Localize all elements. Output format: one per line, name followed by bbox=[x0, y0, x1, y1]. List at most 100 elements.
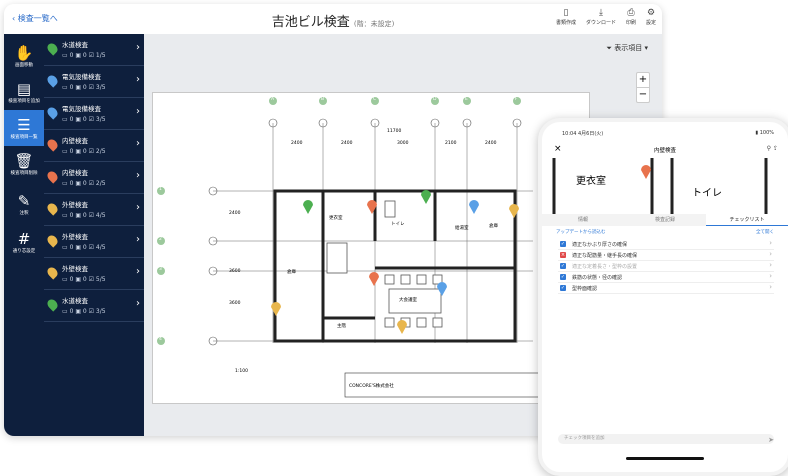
print-label: 印刷 bbox=[625, 20, 636, 26]
zoom-out-button[interactable]: − bbox=[637, 87, 649, 102]
dimension-label: 11700 bbox=[387, 129, 402, 134]
chevron-right-icon: › bbox=[136, 74, 140, 85]
item-counts: ▭ 0 ▣ 0 ☑ 3/5 bbox=[62, 84, 106, 91]
inspection-list: 水道検査 ▭ 0 ▣ 0 ☑ 1/5 › 電気設備検査 ▭ 0 ▣ 0 ☑ 3/… bbox=[44, 34, 144, 436]
checklist-item[interactable]: ✓ 適正な定着長さ・型枠の設置 › bbox=[558, 261, 774, 272]
tab-checklist[interactable]: チェックリスト bbox=[706, 214, 788, 226]
progress-count: 2/5 bbox=[95, 180, 106, 187]
rail-item-pan[interactable]: ✋ 画面移動 bbox=[4, 38, 44, 74]
phone-plan-preview: 更衣室 トイレ bbox=[542, 158, 788, 215]
checklist-text: 型枠面確認 bbox=[572, 286, 598, 292]
rail-label: 画面移動 bbox=[15, 62, 33, 68]
list-item[interactable]: 電気設備検査 ▭ 0 ▣ 0 ☑ 3/5 › bbox=[44, 66, 144, 98]
pin-icon[interactable]: ⚲ bbox=[767, 145, 771, 152]
dimension-label: 2400 bbox=[485, 141, 497, 146]
checklist-item[interactable]: ✓ 鉄筋の状態・径の確認 › bbox=[558, 272, 774, 283]
chevron-right-icon: › bbox=[769, 283, 772, 291]
pin-list-icon: ☰ bbox=[17, 115, 31, 134]
phone-header: × 内壁検査 ⚲ ⇪ bbox=[542, 142, 788, 159]
map-pin-icon bbox=[45, 297, 60, 312]
rail-item-list[interactable]: ☰ 検査項目一覧 bbox=[4, 110, 44, 146]
title-suffix: (階：未設定) bbox=[353, 20, 395, 28]
item-name: 水道検査 bbox=[62, 41, 88, 49]
display-filter-button[interactable]: ⏷ 表示項目 ▾ bbox=[606, 43, 648, 53]
chevron-right-icon: › bbox=[136, 298, 140, 309]
list-item[interactable]: 外壁検査 ▭ 0 ▣ 0 ☑ 4/5 › bbox=[44, 194, 144, 226]
download-button[interactable]: ⤓ ダウンロード bbox=[586, 8, 616, 26]
checklist-item[interactable]: ✓ 型枠面確認 › bbox=[558, 283, 774, 294]
tab-info[interactable]: 情報 bbox=[542, 214, 624, 226]
checkbox-checked-icon[interactable]: ✓ bbox=[560, 263, 566, 269]
checkbox-checked-icon[interactable]: ✓ bbox=[560, 274, 566, 280]
create-document-button[interactable]: ▯ 書類作成 bbox=[556, 8, 576, 26]
create-document-label: 書類作成 bbox=[555, 20, 576, 26]
chevron-right-icon: › bbox=[136, 234, 140, 245]
chevron-right-icon: › bbox=[136, 42, 140, 53]
print-button[interactable]: ⎙ 印刷 bbox=[626, 8, 636, 26]
send-icon[interactable]: ➤ bbox=[768, 436, 774, 444]
list-item[interactable]: 水道検査 ▭ 0 ▣ 0 ☑ 3/5 › bbox=[44, 290, 144, 322]
comment-count: 0 bbox=[69, 308, 74, 315]
item-name: 内壁検査 bbox=[62, 137, 88, 145]
title-text: 吉池ビル検査 bbox=[271, 15, 350, 30]
chevron-right-icon: › bbox=[136, 170, 140, 181]
checklist-item[interactable]: ✓ 適正なかぶり厚さの確保 › bbox=[558, 239, 774, 250]
item-counts: ▭ 0 ▣ 0 ☑ 2/5 bbox=[62, 180, 106, 187]
floor-plan-sheet: A B C D E F 1 2 3 4 11700 2400 2400 3000… bbox=[152, 92, 590, 404]
room-label: 給湯室 bbox=[455, 226, 469, 231]
floor-plan-drawing bbox=[157, 97, 582, 398]
share-icon[interactable]: ⇪ bbox=[773, 145, 778, 152]
chevron-right-icon: › bbox=[769, 272, 772, 280]
dimension-label: 2400 bbox=[291, 141, 303, 146]
checklist-add-input[interactable]: チェック項目を追加 bbox=[558, 434, 774, 444]
checkbox-checked-icon[interactable]: ✓ bbox=[560, 241, 566, 247]
item-counts: ▭ 0 ▣ 0 ☑ 2/5 bbox=[62, 148, 106, 155]
load-from-update-link[interactable]: アップデートから読込む bbox=[556, 229, 606, 235]
checkbox-checked-icon[interactable]: ✓ bbox=[560, 285, 566, 291]
room-label: トイレ bbox=[692, 188, 722, 199]
expand-all-link[interactable]: 全て開く bbox=[756, 229, 774, 235]
checklist-text: 適正な定着長さ・型枠の設置 bbox=[572, 264, 638, 270]
map-pin-icon bbox=[45, 137, 60, 152]
zoom-in-button[interactable]: + bbox=[637, 73, 649, 87]
grid-label-top: D bbox=[433, 97, 437, 102]
photo-count: 0 bbox=[82, 52, 87, 59]
rail-label: 検査項目削除 bbox=[10, 170, 38, 176]
grid-label-top: A bbox=[271, 97, 275, 102]
grid-icon: # bbox=[17, 229, 31, 248]
grid-label-top: E bbox=[465, 97, 468, 102]
checkbox-error-icon[interactable]: × bbox=[560, 252, 566, 258]
settings-button[interactable]: ⚙ 設定 bbox=[646, 8, 656, 26]
list-item[interactable]: 外壁検査 ▭ 0 ▣ 0 ☑ 5/5 › bbox=[44, 258, 144, 290]
list-item[interactable]: 外壁検査 ▭ 0 ▣ 0 ☑ 4/5 › bbox=[44, 226, 144, 258]
grid-label-top: B bbox=[321, 97, 325, 102]
item-name: 電気設備検査 bbox=[62, 73, 101, 81]
rail-item-annotate[interactable]: ✎ 注釈 bbox=[4, 186, 44, 222]
photo-count: 0 bbox=[82, 244, 87, 251]
list-item[interactable]: 水道検査 ▭ 0 ▣ 0 ☑ 1/5 › bbox=[44, 34, 144, 66]
progress-count: 4/5 bbox=[95, 244, 106, 251]
item-name: 外壁検査 bbox=[62, 265, 88, 273]
rail-item-add[interactable]: ▤ 検査項目を追加 bbox=[4, 74, 44, 110]
photo-count: 0 bbox=[82, 308, 87, 315]
rail-item-delete[interactable]: 🗑 検査項目削除 bbox=[4, 146, 44, 182]
checklist-item[interactable]: × 適正な配筋量・継手長の確保 › bbox=[558, 250, 774, 261]
home-indicator bbox=[626, 457, 704, 460]
settings-label: 設定 bbox=[645, 20, 656, 26]
dimension-label: 2400 bbox=[229, 211, 241, 216]
download-icon: ⤓ bbox=[598, 8, 603, 18]
rail-label: 検査項目を追加 bbox=[8, 98, 40, 104]
checklist-text: 鉄筋の状態・径の確認 bbox=[572, 275, 623, 281]
list-item[interactable]: 内壁検査 ▭ 0 ▣ 0 ☑ 2/5 › bbox=[44, 130, 144, 162]
comment-count: 0 bbox=[69, 52, 74, 59]
rail-label: 検査項目一覧 bbox=[10, 134, 38, 140]
progress-count: 3/5 bbox=[95, 116, 106, 123]
item-counts: ▭ 0 ▣ 0 ☑ 5/5 bbox=[62, 276, 106, 283]
list-item[interactable]: 内壁検査 ▭ 0 ▣ 0 ☑ 2/5 › bbox=[44, 162, 144, 194]
chevron-right-icon: › bbox=[136, 138, 140, 149]
dimension-label: 3600 bbox=[229, 301, 241, 306]
tab-records[interactable]: 検査記録 bbox=[624, 214, 706, 226]
list-item[interactable]: 電気設備検査 ▭ 0 ▣ 0 ☑ 3/5 › bbox=[44, 98, 144, 130]
download-label: ダウンロード bbox=[585, 20, 616, 26]
rail-item-grid[interactable]: # 通り芯設定 bbox=[4, 224, 44, 260]
